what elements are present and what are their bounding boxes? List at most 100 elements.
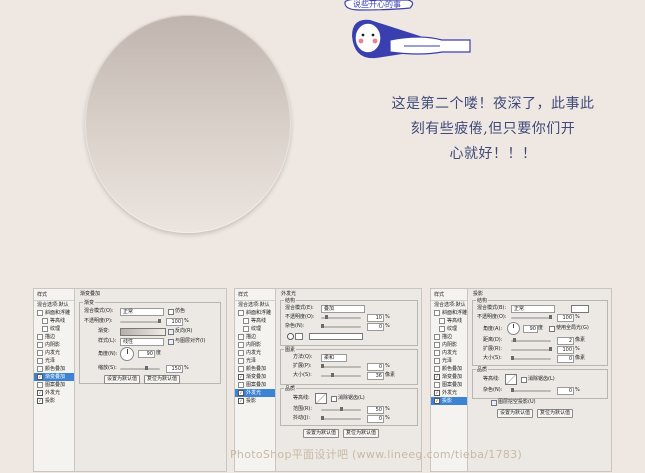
technique-select[interactable]: 柔和: [321, 354, 347, 362]
style-item[interactable]: 光泽: [235, 357, 275, 365]
contour-swatch[interactable]: [505, 374, 517, 385]
blend-options-item[interactable]: 混合选项:默认: [235, 301, 275, 309]
checkbox-icon[interactable]: [439, 318, 445, 324]
spread-value[interactable]: 100: [557, 346, 574, 354]
style-item[interactable]: 描边: [34, 333, 74, 341]
checkbox-icon[interactable]: [434, 366, 440, 372]
checkbox-icon[interactable]: [238, 350, 244, 356]
noise-value[interactable]: 0: [557, 387, 574, 395]
angle-value[interactable]: 90: [523, 325, 538, 333]
checkbox-icon[interactable]: [37, 310, 43, 316]
opacity-value[interactable]: 100: [557, 314, 574, 322]
jitter-value[interactable]: 0: [367, 415, 384, 423]
checked-box-icon[interactable]: ✓: [37, 374, 43, 380]
checkbox-icon[interactable]: [434, 358, 440, 364]
style-item[interactable]: 纹理: [235, 325, 275, 333]
checkbox-icon[interactable]: [37, 382, 43, 388]
style-item[interactable]: 描边: [235, 333, 275, 341]
opacity-slider[interactable]: [120, 319, 161, 323]
checked-box-icon[interactable]: ✓: [434, 390, 440, 396]
color-radio[interactable]: [287, 333, 294, 340]
style-item[interactable]: ✓ 投影: [431, 397, 467, 405]
opacity-value[interactable]: 100: [166, 318, 183, 326]
checkbox-icon[interactable]: [434, 342, 440, 348]
spread-slider[interactable]: [321, 364, 361, 368]
checkbox-icon[interactable]: [42, 326, 48, 332]
checked-box-icon[interactable]: ✓: [434, 398, 440, 404]
checkbox-icon[interactable]: [243, 326, 249, 332]
reset-default-button[interactable]: 复位为默认值: [144, 375, 180, 384]
checkbox-icon[interactable]: [238, 342, 244, 348]
style-item[interactable]: 图案叠加: [431, 381, 467, 389]
style-item[interactable]: 斜面和浮雕: [34, 309, 74, 317]
style-item[interactable]: 等高线: [235, 317, 275, 325]
set-default-button[interactable]: 设置为默认值: [104, 375, 140, 384]
checked-box-icon[interactable]: ✓: [434, 374, 440, 380]
global-light-checkbox[interactable]: [549, 326, 555, 332]
contour-swatch[interactable]: [315, 393, 327, 404]
range-value[interactable]: 50: [367, 406, 384, 414]
checkbox-icon[interactable]: [238, 382, 244, 388]
checkbox-icon[interactable]: [37, 334, 43, 340]
checkbox-icon[interactable]: [238, 358, 244, 364]
set-default-button[interactable]: 设置为默认值: [303, 429, 339, 438]
angle-dial[interactable]: [120, 347, 134, 361]
distance-value[interactable]: 2: [557, 337, 574, 345]
angle-value[interactable]: 90: [138, 350, 155, 358]
checkbox-icon[interactable]: [238, 366, 244, 372]
range-slider[interactable]: [321, 407, 361, 411]
checkbox-icon[interactable]: [434, 310, 440, 316]
style-item[interactable]: 斜面和浮雕: [235, 309, 275, 317]
antialias-checkbox[interactable]: [521, 377, 527, 383]
spread-value[interactable]: 0: [367, 363, 384, 371]
checkbox-icon[interactable]: [238, 310, 244, 316]
size-slider[interactable]: [321, 373, 361, 377]
distance-slider[interactable]: [511, 338, 551, 342]
checkbox-icon[interactable]: [434, 350, 440, 356]
style-item[interactable]: ✓ 外发光: [235, 389, 275, 397]
checkbox-icon[interactable]: [434, 334, 440, 340]
style-item[interactable]: ✓ 外发光: [34, 389, 74, 397]
style-item[interactable]: 内发光: [431, 349, 467, 357]
checkbox-icon[interactable]: [37, 342, 43, 348]
noise-slider[interactable]: [321, 324, 361, 328]
set-default-button[interactable]: 设置为默认值: [497, 409, 533, 418]
glow-color-swatch[interactable]: [295, 333, 303, 340]
style-item[interactable]: 内阴影: [431, 341, 467, 349]
size-slider[interactable]: [511, 356, 551, 360]
checked-box-icon[interactable]: ✓: [238, 390, 244, 396]
style-item[interactable]: 光泽: [431, 357, 467, 365]
style-item[interactable]: ✓ 渐变叠加: [34, 373, 74, 381]
style-item[interactable]: ✓ 外发光: [431, 389, 467, 397]
style-item[interactable]: ✓ 渐变叠加: [235, 373, 275, 381]
style-item[interactable]: 颜色叠加: [235, 365, 275, 373]
scale-value[interactable]: 150: [166, 365, 183, 373]
checkbox-icon[interactable]: [37, 358, 43, 364]
style-item[interactable]: 内阴影: [34, 341, 74, 349]
style-item[interactable]: 颜色叠加: [34, 365, 74, 373]
blend-mode-select[interactable]: 叠加: [321, 305, 365, 313]
style-item[interactable]: 图案叠加: [235, 381, 275, 389]
align-checkbox[interactable]: [168, 339, 174, 345]
noise-value[interactable]: 0: [367, 323, 384, 331]
checkbox-icon[interactable]: [434, 382, 440, 388]
style-item[interactable]: 描边: [431, 333, 467, 341]
style-item[interactable]: 纹理: [34, 325, 74, 333]
size-value[interactable]: 0: [557, 355, 574, 363]
checkbox-icon[interactable]: [243, 318, 249, 324]
antialias-checkbox[interactable]: [331, 396, 337, 402]
style-item[interactable]: ✓ 投影: [34, 397, 74, 405]
blend-mode-select[interactable]: 正常: [120, 308, 164, 316]
style-select[interactable]: 线性: [120, 338, 164, 346]
size-value[interactable]: 36: [367, 372, 384, 380]
style-item[interactable]: 内发光: [235, 349, 275, 357]
style-item[interactable]: 内阴影: [235, 341, 275, 349]
checked-box-icon[interactable]: ✓: [37, 390, 43, 396]
scale-slider[interactable]: [120, 366, 160, 370]
spread-slider[interactable]: [511, 347, 552, 351]
angle-dial[interactable]: [507, 322, 520, 335]
blend-options-item[interactable]: 混合选项:默认: [34, 301, 74, 309]
reset-default-button[interactable]: 复位为默认值: [537, 409, 573, 418]
blend-mode-select[interactable]: 正常: [511, 305, 555, 313]
checkbox-icon[interactable]: [37, 366, 43, 372]
